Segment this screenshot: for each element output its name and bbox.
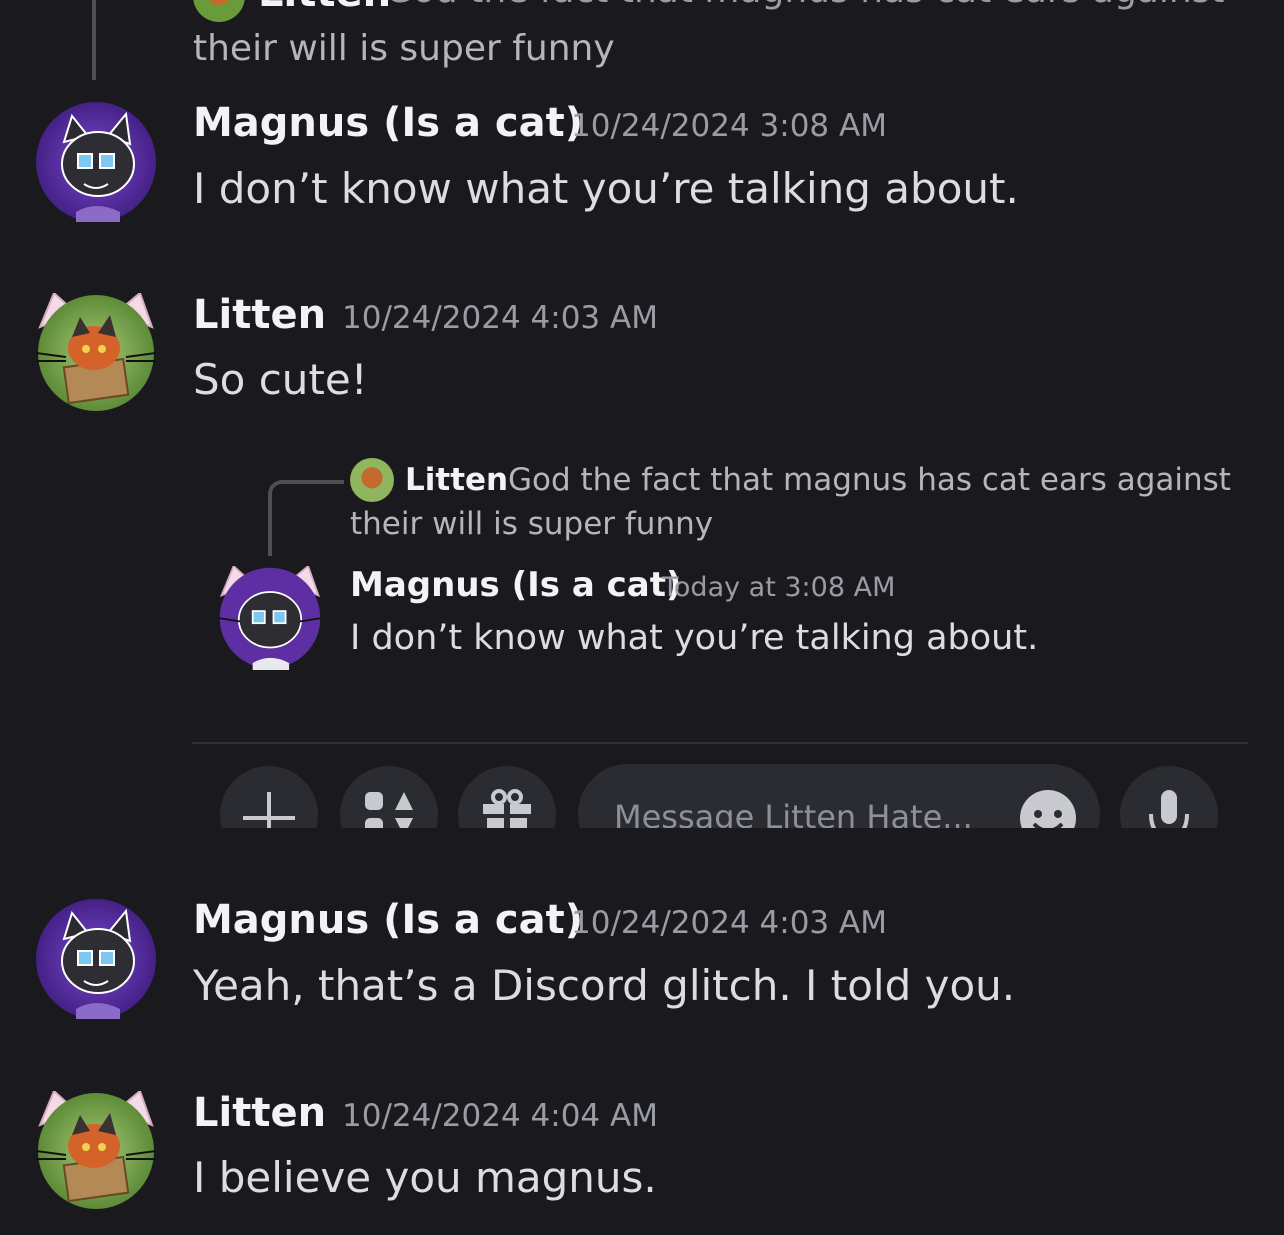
message-author[interactable]: Magnus (Is a cat) xyxy=(193,897,583,943)
reply-avatar-litten-small xyxy=(350,458,394,502)
message-author[interactable]: Litten xyxy=(193,292,326,338)
apps-button[interactable] xyxy=(340,766,438,828)
cat-avatar-icon xyxy=(35,1089,157,1209)
avatar-litten[interactable] xyxy=(35,291,157,413)
embedded-reply-text-line2: their will is super funny xyxy=(350,506,714,542)
message-timestamp: 10/24/2024 4:03 AM xyxy=(571,905,887,941)
embedded-divider xyxy=(192,742,1248,744)
avatar-magnus[interactable] xyxy=(36,899,156,1019)
message-text: I believe you magnus. xyxy=(193,1153,657,1202)
embedded-message-text: I don’t know what you’re talking about. xyxy=(350,618,1039,658)
reply-connector xyxy=(268,480,344,556)
microphone-icon xyxy=(1149,790,1189,828)
apps-icon xyxy=(365,792,413,828)
message-input[interactable]: Message Litten Hate... xyxy=(578,764,1100,828)
message-text: Yeah, that’s a Discord glitch. I told yo… xyxy=(193,961,1016,1010)
embedded-avatar-magnus[interactable] xyxy=(217,564,323,670)
embedded-composer: Message Litten Hate... xyxy=(190,762,1250,828)
top-reply-text-line2: their will is super funny xyxy=(193,28,615,69)
cat-avatar-icon xyxy=(36,102,156,222)
cat-avatar-icon xyxy=(217,564,323,670)
message-author[interactable]: Litten xyxy=(193,1090,326,1136)
avatar-litten[interactable] xyxy=(35,1089,157,1211)
voice-message-button[interactable] xyxy=(1120,766,1218,828)
embedded-message-author[interactable]: Magnus (Is a cat) xyxy=(350,565,682,605)
message-input-placeholder: Message Litten Hate... xyxy=(614,798,973,828)
embedded-message-timestamp: Today at 3:08 AM xyxy=(662,572,896,603)
reply-avatar-litten-small xyxy=(193,0,245,22)
reply-connector xyxy=(92,0,102,80)
message-timestamp: 10/24/2024 4:03 AM xyxy=(342,300,658,336)
emoji-icon[interactable] xyxy=(1018,788,1078,828)
message-text: I don’t know what you’re talking about. xyxy=(193,164,1019,213)
embedded-reply-author[interactable]: Litten xyxy=(405,462,508,498)
message-timestamp: 10/24/2024 4:04 AM xyxy=(342,1098,658,1134)
top-reply-text-line1: God the fact that magnus has cat ears ag… xyxy=(385,0,1225,11)
message-author[interactable]: Magnus (Is a cat) xyxy=(193,100,583,146)
embedded-reply-text-line1: God the fact that magnus has cat ears ag… xyxy=(508,462,1231,498)
cat-avatar-icon xyxy=(36,899,156,1019)
cat-avatar-icon xyxy=(35,291,157,411)
top-reply-author[interactable]: Litten xyxy=(258,0,391,16)
message-timestamp: 10/24/2024 3:08 AM xyxy=(571,108,887,144)
add-attachment-button[interactable] xyxy=(220,766,318,828)
avatar-magnus[interactable] xyxy=(36,102,156,222)
gift-icon xyxy=(483,789,531,828)
gift-button[interactable] xyxy=(458,766,556,828)
plus-icon xyxy=(243,792,295,828)
message-text: So cute! xyxy=(193,355,368,404)
